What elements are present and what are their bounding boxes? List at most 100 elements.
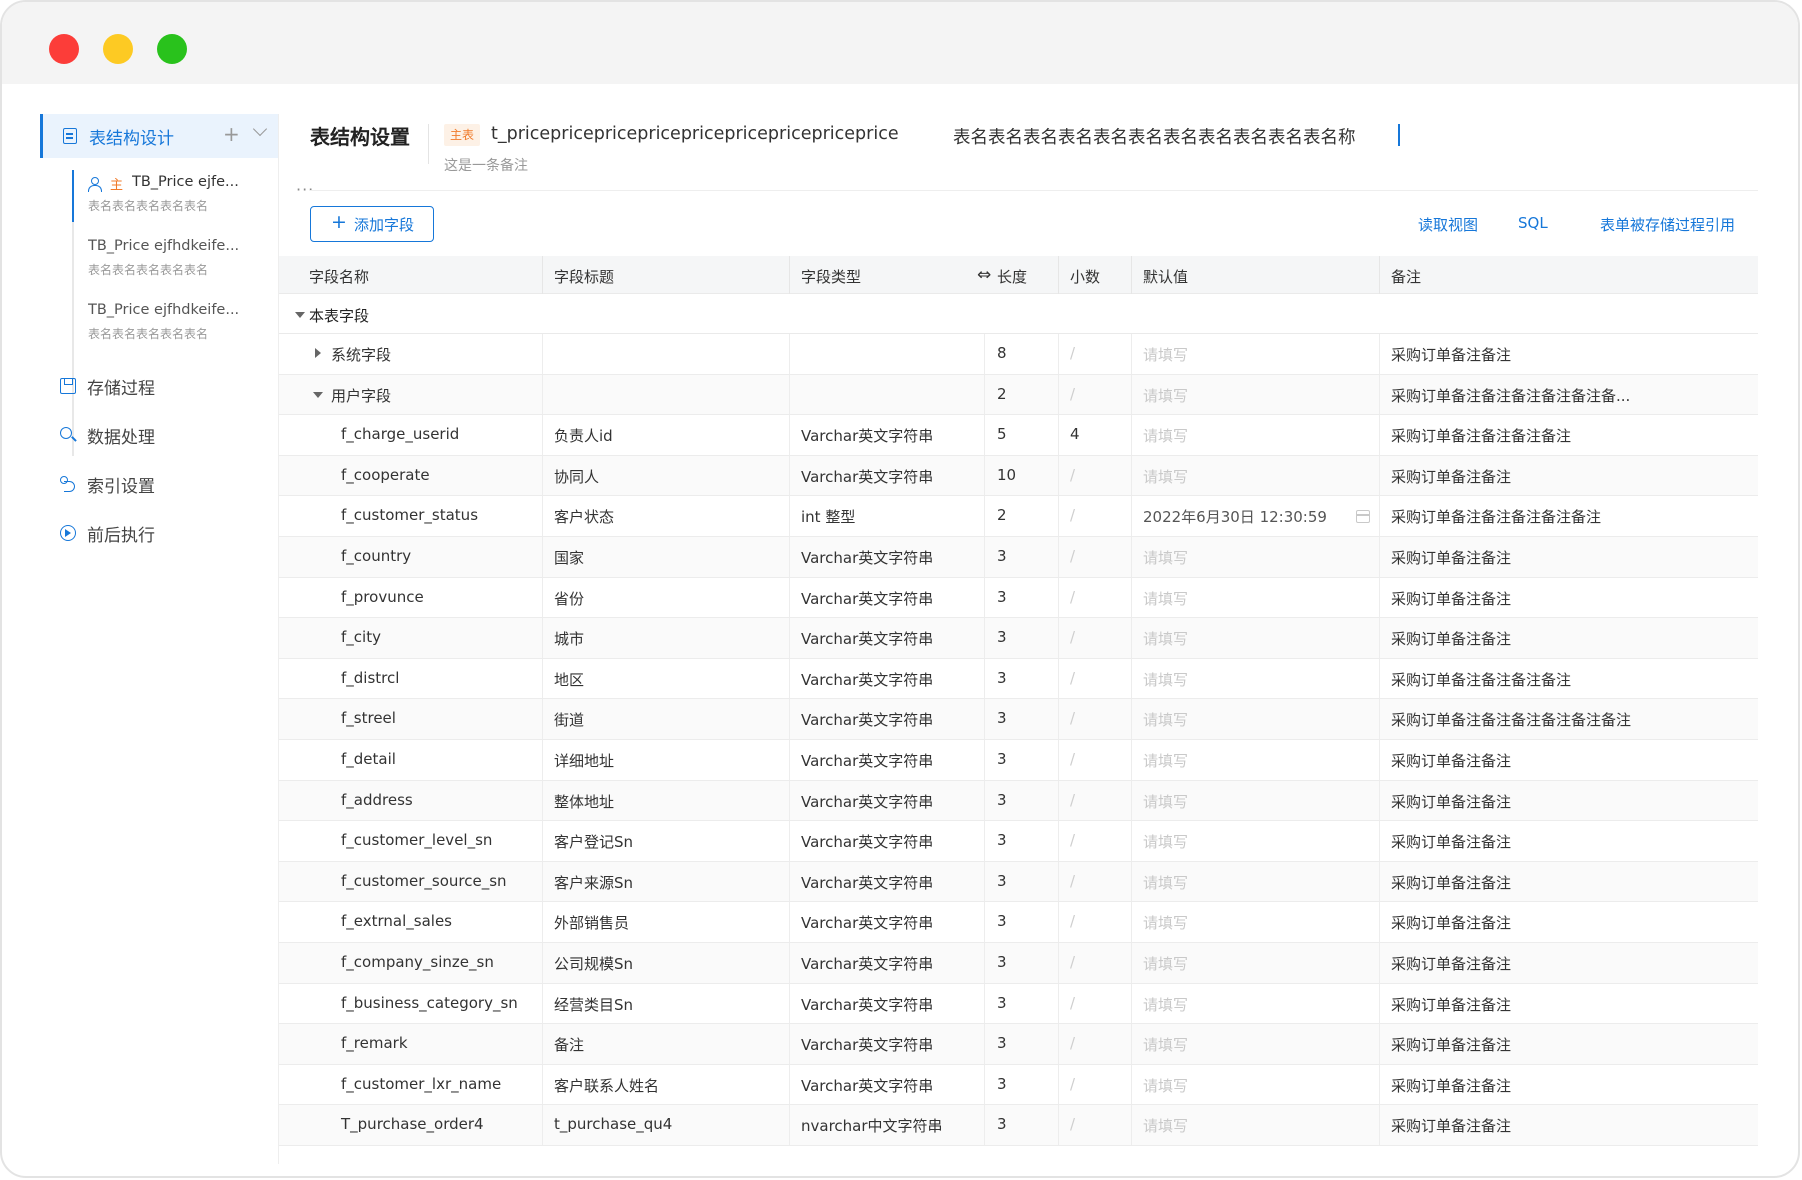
field-type-cell[interactable]: Varchar英文字符串 [801, 1075, 933, 1096]
field-title-cell[interactable]: 详细地址 [554, 750, 614, 771]
default-value-input[interactable]: 请填写 [1143, 791, 1188, 812]
table-row[interactable]: f_customer_level_sn 客户登记Sn Varchar英文字符串 3 / 请… [279, 821, 1758, 862]
read-view-link[interactable]: 读取视图 [1418, 214, 1478, 235]
field-title-cell[interactable]: 整体地址 [554, 791, 614, 812]
field-type-cell[interactable]: Varchar英文字符串 [801, 953, 933, 974]
remark-cell[interactable]: 采购订单备注备注 [1391, 466, 1511, 487]
table-row[interactable]: f_charge_userid 负责人id Varchar英文字符串 5 4 请填写 采购订… [279, 415, 1758, 456]
field-name-cell[interactable]: T_purchase_order4 [341, 1115, 484, 1133]
length-cell[interactable]: 3 [997, 1115, 1007, 1133]
field-name-cell[interactable]: f_business_category_sn [341, 994, 518, 1012]
group-row-this-table[interactable]: 本表字段 [279, 294, 1758, 334]
field-name-cell[interactable]: f_country [341, 547, 411, 565]
field-type-cell[interactable]: Varchar英文字符串 [801, 1034, 933, 1055]
remark-cell[interactable]: 采购订单备注备注 [1391, 547, 1511, 568]
field-type-cell[interactable]: Varchar英文字符串 [801, 872, 933, 893]
field-type-cell[interactable]: Varchar英文字符串 [801, 709, 933, 730]
decimal-cell[interactable]: / [1070, 588, 1075, 606]
decimal-cell[interactable]: / [1070, 466, 1075, 484]
default-value-input[interactable]: 请填写 [1143, 547, 1188, 568]
decimal-cell[interactable]: 4 [1070, 425, 1080, 443]
close-window-button[interactable] [49, 34, 79, 64]
calendar-icon[interactable] [1356, 510, 1370, 524]
field-name-cell[interactable]: f_charge_userid [341, 425, 459, 443]
field-type-cell[interactable]: Varchar英文字符串 [801, 466, 933, 487]
default-value-input[interactable]: 请填写 [1143, 994, 1188, 1015]
field-name-cell[interactable]: f_provunce [341, 588, 424, 606]
add-field-button[interactable]: + 添加字段 [310, 206, 434, 242]
decimal-cell[interactable]: / [1070, 831, 1075, 849]
length-cell[interactable]: 3 [997, 1075, 1007, 1093]
table-row[interactable]: f_customer_status 客户状态 int 整型 2 / 2022年6月30日 … [279, 496, 1758, 537]
decimal-cell[interactable]: / [1070, 344, 1075, 362]
remark-cell[interactable]: 采购订单备注备注备注备注 [1391, 425, 1571, 446]
caret-down-icon[interactable] [313, 391, 323, 398]
default-value-input[interactable]: 请填写 [1143, 953, 1188, 974]
field-type-cell[interactable]: Varchar英文字符串 [801, 425, 933, 446]
length-cell[interactable]: 3 [997, 750, 1007, 768]
decimal-cell[interactable]: / [1070, 750, 1075, 768]
length-cell[interactable]: 3 [997, 872, 1007, 890]
table-row[interactable]: f_remark 备注 Varchar英文字符串 3 / 请填写 采购订单备注备注 [279, 1024, 1758, 1065]
remark-cell[interactable]: 采购订单备注备注 [1391, 588, 1511, 609]
length-cell[interactable]: 5 [997, 425, 1007, 443]
decimal-cell[interactable]: / [1070, 1075, 1075, 1093]
remark-cell[interactable]: 采购订单备注备注 [1391, 1115, 1511, 1136]
table-list-item[interactable]: TB_Price ejfhdkeife... 表名表名表名表名表名 [88, 298, 278, 350]
field-name-cell[interactable]: f_distrcl [341, 669, 399, 687]
remark-cell[interactable]: 采购订单备注备注 [1391, 912, 1511, 933]
remark-cell[interactable]: 采购订单备注备注 [1391, 791, 1511, 812]
table-row[interactable]: f_company_sinze_sn 公司规模Sn Varchar英文字符串 3 / 请填… [279, 943, 1758, 984]
field-type-cell[interactable]: Varchar英文字符串 [801, 831, 933, 852]
field-title-cell[interactable]: 经营类目Sn [554, 994, 633, 1015]
field-title-cell[interactable]: 省份 [554, 588, 584, 609]
length-cell[interactable]: 3 [997, 994, 1007, 1012]
default-value-input[interactable]: 请填写 [1143, 1075, 1188, 1096]
field-type-cell[interactable]: Varchar英文字符串 [801, 588, 933, 609]
remark-cell[interactable]: 采购订单备注备注备注备注备注备注 [1391, 709, 1631, 730]
field-type-cell[interactable]: Varchar英文字符串 [801, 750, 933, 771]
field-type-cell[interactable]: Varchar英文字符串 [801, 628, 933, 649]
table-row[interactable]: T_purchase_order4 t_purchase_qu4 nvarchar中… [279, 1105, 1758, 1146]
sidebar-item-table-design[interactable]: 表结构设计 + [40, 114, 278, 158]
field-type-cell[interactable]: Varchar英文字符串 [801, 994, 933, 1015]
table-row[interactable]: f_customer_lxr_name 客户联系人姓名 Varchar英文字符串 3 /… [279, 1064, 1758, 1106]
decimal-cell[interactable]: / [1070, 1115, 1075, 1133]
default-value-input[interactable]: 2022年6月30日 12:30:59 [1143, 506, 1327, 527]
field-name-cell[interactable]: f_customer_source_sn [341, 872, 507, 890]
remark-cell[interactable]: 采购订单备注备注备注备注备注 [1391, 506, 1601, 527]
remark-cell[interactable]: 采购订单备注备注 [1391, 1034, 1511, 1055]
field-name-cell[interactable]: f_customer_level_sn [341, 831, 492, 849]
sql-link[interactable]: SQL [1518, 214, 1548, 232]
decimal-cell[interactable]: / [1070, 709, 1075, 727]
remark-cell[interactable]: 采购订单备注备注 [1391, 872, 1511, 893]
length-cell[interactable]: 3 [997, 588, 1007, 606]
field-type-cell[interactable]: nvarchar中文字符串 [801, 1115, 943, 1136]
length-cell[interactable]: 3 [997, 912, 1007, 930]
field-type-cell[interactable]: Varchar英文字符串 [801, 547, 933, 568]
field-type-cell[interactable]: Varchar英文字符串 [801, 791, 933, 812]
field-name-cell[interactable]: f_cooperate [341, 466, 430, 484]
field-type-cell[interactable]: Varchar英文字符串 [801, 669, 933, 690]
decimal-cell[interactable]: / [1070, 506, 1075, 524]
table-row[interactable]: f_cooperate 协同人 Varchar英文字符串 10 / 请填写 采购订单备注备注 [279, 455, 1758, 497]
field-title-cell[interactable]: 客户来源Sn [554, 872, 633, 893]
length-cell[interactable]: 3 [997, 628, 1007, 646]
field-title-cell[interactable]: 客户联系人姓名 [554, 1075, 659, 1096]
table-row[interactable]: f_business_category_sn 经营类目Sn Varchar英文字符串… [279, 983, 1758, 1025]
decimal-cell[interactable]: / [1070, 385, 1075, 403]
field-name-cell[interactable]: f_city [341, 628, 381, 646]
table-row[interactable]: f_distrcl 地区 Varchar英文字符串 3 / 请填写 采购订单备注备注备注备注 [279, 658, 1758, 700]
default-value-input[interactable]: 请填写 [1143, 750, 1188, 771]
decimal-cell[interactable]: / [1070, 628, 1075, 646]
field-name-cell[interactable]: f_address [341, 791, 413, 809]
field-title-cell[interactable]: t_purchase_qu4 [554, 1115, 672, 1133]
default-value-input[interactable]: 请填写 [1143, 669, 1188, 690]
default-value-input[interactable]: 请填写 [1143, 344, 1188, 365]
remark-cell[interactable]: 采购订单备注备注 [1391, 831, 1511, 852]
decimal-cell[interactable]: / [1070, 791, 1075, 809]
length-cell[interactable]: 3 [997, 669, 1007, 687]
field-title-cell[interactable]: 城市 [554, 628, 584, 649]
table-row[interactable]: f_customer_source_sn 客户来源Sn Varchar英文字符串 3 /… [279, 861, 1758, 903]
table-code-field[interactable]: t_pricepricepricepricepricepricepricepri… [491, 124, 899, 144]
